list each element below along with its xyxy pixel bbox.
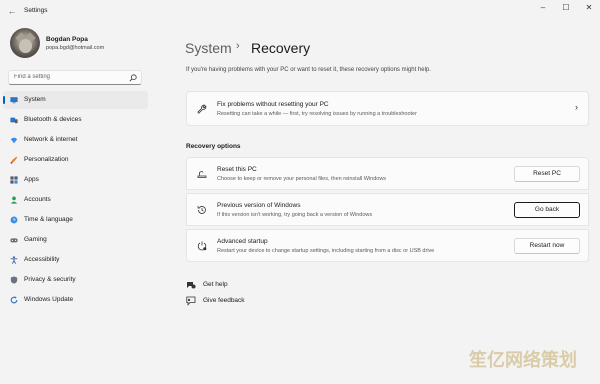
option-description: Restart your device to change startup se… — [217, 248, 435, 254]
sidebar-item-label: Windows Update — [24, 296, 74, 303]
get-help-label[interactable]: Get help — [203, 281, 228, 288]
page-title: Recovery — [251, 40, 311, 56]
close-button[interactable]: ✕ — [576, 0, 600, 16]
give-feedback-label[interactable]: Give feedback — [203, 297, 245, 304]
avatar[interactable] — [10, 28, 40, 58]
sidebar-item-label: Gaming — [24, 236, 47, 243]
sidebar-item-system[interactable]: System — [3, 91, 148, 109]
breadcrumb-separator: › — [236, 40, 240, 52]
user-email: popa.bgd@hotmail.com — [46, 45, 105, 51]
shield-icon — [10, 276, 18, 284]
sidebar-item-label: Bluetooth & devices — [24, 116, 82, 123]
watermark: 笙亿网络策划 — [469, 350, 577, 371]
sidebar-item-label: Accessibility — [24, 256, 60, 263]
system-icon — [10, 97, 18, 104]
sidebar-item-network[interactable]: Network & internet — [3, 131, 148, 149]
user-name: Bogdan Popa — [46, 36, 88, 43]
restart-now-button[interactable]: Restart now — [514, 238, 580, 254]
back-arrow-icon[interactable]: ← — [6, 5, 18, 17]
breadcrumb-parent[interactable]: System — [185, 40, 232, 56]
active-indicator — [3, 96, 5, 104]
settings-window: ← Settings – ☐ ✕ Bogdan Popa popa.bgd@ho… — [0, 0, 600, 384]
search-input[interactable] — [14, 74, 124, 80]
reset-pc-button[interactable]: Reset PC — [514, 166, 580, 182]
sidebar-item-label: System — [24, 96, 46, 103]
sidebar-item-label: Privacy & security — [24, 276, 76, 283]
advanced-startup-row: Advanced startup Restart your device to … — [186, 229, 589, 262]
advanced-startup-icon — [197, 241, 207, 251]
sidebar-item-windows-update[interactable]: Windows Update — [3, 291, 148, 309]
give-feedback-link[interactable]: Give feedback — [186, 295, 256, 307]
go-back-button[interactable]: Go back — [514, 202, 580, 218]
option-description: If this version isn't working, try going… — [217, 212, 373, 218]
sidebar-item-time-language[interactable]: Time & language — [3, 211, 148, 229]
get-help-link[interactable]: Get help — [186, 279, 246, 291]
bluetooth-icon — [10, 117, 18, 124]
network-icon — [10, 137, 18, 144]
sidebar-item-gaming[interactable]: Gaming — [3, 231, 148, 249]
accounts-icon — [10, 196, 18, 204]
sidebar-item-label: Apps — [24, 176, 39, 183]
sidebar-item-apps[interactable]: Apps — [3, 171, 148, 189]
previous-version-row: Previous version of Windows If this vers… — [186, 193, 589, 226]
sidebar-item-label: Accounts — [24, 196, 51, 203]
wrench-icon — [197, 104, 207, 114]
sidebar-item-accounts[interactable]: Accounts — [3, 191, 148, 209]
sidebar-item-personalization[interactable]: Personalization — [3, 151, 148, 169]
sidebar-item-bluetooth[interactable]: Bluetooth & devices — [3, 111, 148, 129]
apps-icon — [10, 176, 18, 184]
troubleshoot-card[interactable]: Fix problems without resetting your PC R… — [186, 91, 589, 126]
intro-text: If you're having problems with your PC o… — [186, 67, 431, 73]
help-icon — [187, 282, 196, 289]
gaming-icon — [10, 238, 18, 243]
personalization-icon — [10, 156, 18, 164]
title-bar: ← Settings – ☐ ✕ — [0, 0, 600, 22]
troubleshoot-title: Fix problems without resetting your PC — [217, 101, 329, 108]
option-title: Previous version of Windows — [217, 202, 301, 209]
time-language-icon — [10, 216, 18, 224]
reset-pc-row: Reset this PC Choose to keep or remove y… — [186, 157, 589, 190]
recovery-options-group: Reset this PC Choose to keep or remove y… — [186, 157, 589, 264]
search-icon — [129, 74, 137, 82]
option-title: Reset this PC — [217, 166, 257, 173]
search-box[interactable] — [8, 70, 142, 85]
section-title: Recovery options — [186, 143, 241, 150]
window-title: Settings — [24, 7, 48, 14]
sidebar-item-accessibility[interactable]: Accessibility — [3, 251, 148, 269]
accessibility-icon — [10, 256, 18, 264]
feedback-icon — [186, 296, 196, 306]
reset-pc-icon — [197, 171, 207, 178]
sidebar-item-privacy[interactable]: Privacy & security — [3, 271, 148, 289]
troubleshoot-description: Resetting can take a while — first, try … — [217, 111, 417, 117]
windows-update-icon — [10, 296, 18, 304]
sidebar-item-label: Personalization — [24, 156, 69, 163]
sidebar-item-label: Network & internet — [24, 136, 78, 143]
history-icon — [197, 206, 206, 214]
chevron-right-icon: › — [575, 102, 578, 112]
option-title: Advanced startup — [217, 238, 268, 245]
option-description: Choose to keep or remove your personal f… — [217, 176, 387, 182]
sidebar-item-label: Time & language — [24, 216, 73, 223]
